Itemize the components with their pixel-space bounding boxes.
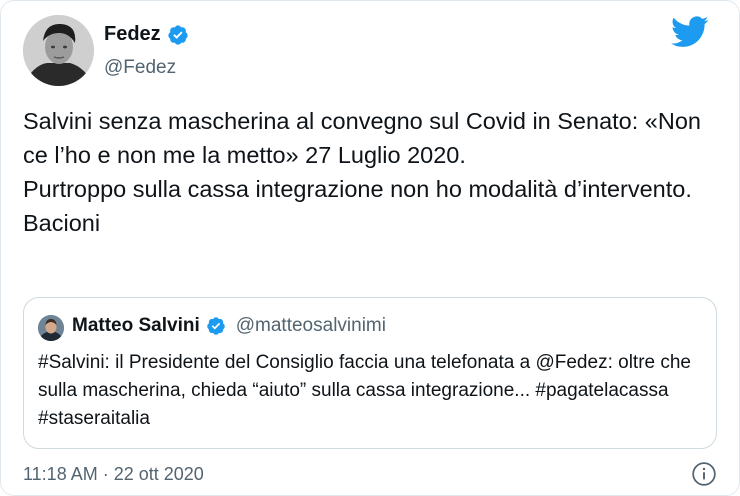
author-name[interactable]: Fedez	[104, 23, 161, 46]
quoted-tweet[interactable]: Matteo Salvini @matteosalvinimi #Salvini…	[23, 297, 717, 449]
author-name-row[interactable]: Fedez	[104, 23, 189, 46]
quoted-tweet-text: #Salvini: il Presidente del Consiglio fa…	[38, 352, 691, 429]
verified-badge-icon	[206, 317, 225, 335]
avatar-image	[23, 15, 94, 86]
quoted-author-row[interactable]: Matteo Salvini @matteosalvinimi	[72, 315, 386, 337]
tweet-text: Salvini senza mascherina al convegno sul…	[23, 108, 701, 236]
author-avatar[interactable]	[23, 15, 94, 86]
author-handle[interactable]: @Fedez	[104, 57, 176, 79]
verified-badge-icon	[168, 24, 188, 45]
twitter-bird-icon[interactable]	[671, 15, 709, 49]
tweet-timestamp[interactable]: 11:18 AM · 22 ott 2020	[23, 464, 204, 485]
quoted-author-avatar[interactable]	[38, 315, 64, 341]
quoted-author-handle[interactable]: @matteosalvinimi	[236, 315, 386, 337]
quoted-author-name[interactable]: Matteo Salvini	[72, 315, 200, 337]
tweet-card[interactable]: Fedez @Fedez Salvini senza mascherina al…	[0, 0, 740, 496]
quoted-avatar-image	[38, 315, 64, 341]
info-icon[interactable]	[691, 461, 717, 487]
